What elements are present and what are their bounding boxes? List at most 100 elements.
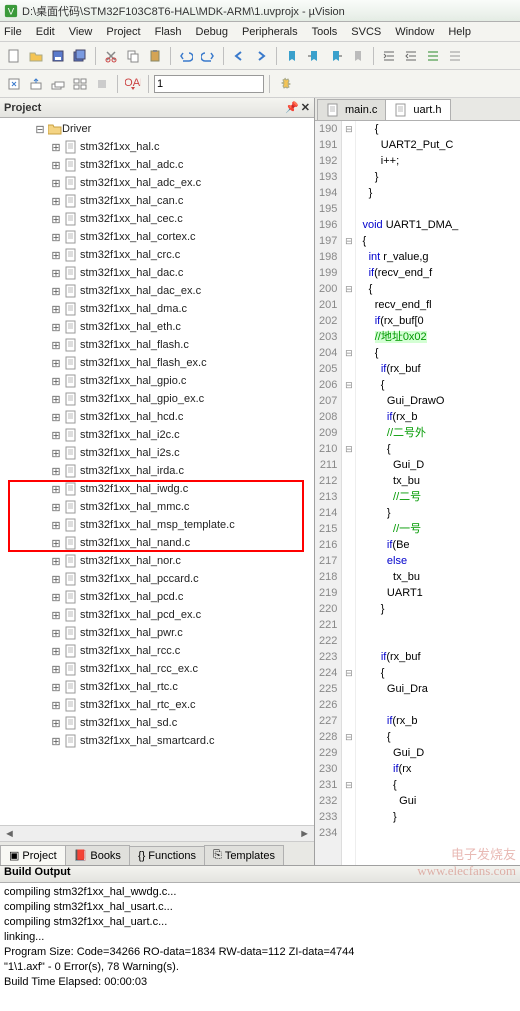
tree-file[interactable]: ⊞stm32f1xx_hal_msp_template.c: [0, 516, 314, 534]
copy-button[interactable]: [123, 46, 143, 66]
tree-file[interactable]: ⊞stm32f1xx_hal_nor.c: [0, 552, 314, 570]
tree-file[interactable]: ⊞stm32f1xx_hal_smartcard.c: [0, 732, 314, 750]
tree-file[interactable]: ⊞stm32f1xx_hal_dac.c: [0, 264, 314, 282]
tree-file[interactable]: ⊞stm32f1xx_hal_can.c: [0, 192, 314, 210]
tree-file[interactable]: ⊞stm32f1xx_hal_pcd.c: [0, 588, 314, 606]
bookmark-next-button[interactable]: [326, 46, 346, 66]
menu-tools[interactable]: Tools: [312, 26, 338, 38]
comment-button[interactable]: [423, 46, 443, 66]
tree-file[interactable]: ⊞stm32f1xx_hal_irda.c: [0, 462, 314, 480]
menu-peripherals[interactable]: Peripherals: [242, 26, 298, 38]
close-icon[interactable]: ✕: [301, 101, 310, 114]
tree-file[interactable]: ⊞stm32f1xx_hal_rtc.c: [0, 678, 314, 696]
build-output-title: Build Output: [4, 866, 71, 878]
tree-file[interactable]: ⊞stm32f1xx_hal_eth.c: [0, 318, 314, 336]
paste-button[interactable]: [145, 46, 165, 66]
undo-button[interactable]: [176, 46, 196, 66]
tree-file[interactable]: ⊞stm32f1xx_hal_i2s.c: [0, 444, 314, 462]
tree-file[interactable]: ⊞stm32f1xx_hal_dac_ex.c: [0, 282, 314, 300]
tree-file[interactable]: ⊞stm32f1xx_hal_i2c.c: [0, 426, 314, 444]
code-editor[interactable]: 1901911921931941951961971981992002012022…: [315, 120, 520, 865]
save-button[interactable]: [48, 46, 68, 66]
tree-file[interactable]: ⊞stm32f1xx_hal_rtc_ex.c: [0, 696, 314, 714]
translate-button[interactable]: [4, 74, 24, 94]
menu-file[interactable]: File: [4, 26, 22, 38]
tree-file[interactable]: ⊞stm32f1xx_hal.c: [0, 138, 314, 156]
tree-file[interactable]: ⊞stm32f1xx_hal_flash_ex.c: [0, 354, 314, 372]
panel-tab-templates[interactable]: ⎘Templates: [204, 845, 284, 865]
code-content[interactable]: { UART2_Put_C i++; } } void UART1_DMA_ {…: [356, 121, 520, 865]
menu-view[interactable]: View: [69, 26, 93, 38]
tree-file[interactable]: ⊞stm32f1xx_hal_pccard.c: [0, 570, 314, 588]
uncomment-button[interactable]: [445, 46, 465, 66]
tree-file[interactable]: ⊞stm32f1xx_hal_flash.c: [0, 336, 314, 354]
separator: [276, 47, 277, 65]
indent-button[interactable]: [379, 46, 399, 66]
tree-file[interactable]: ⊞stm32f1xx_hal_rcc.c: [0, 642, 314, 660]
nav-fwd-button[interactable]: [251, 46, 271, 66]
build-line: Build Time Elapsed: 00:00:03: [4, 975, 516, 990]
cut-button[interactable]: [101, 46, 121, 66]
menu-debug[interactable]: Debug: [196, 26, 228, 38]
tab-label: uart.h: [413, 104, 441, 116]
tree-file[interactable]: ⊞stm32f1xx_hal_adc.c: [0, 156, 314, 174]
menu-project[interactable]: Project: [106, 26, 140, 38]
tree-file[interactable]: ⊞stm32f1xx_hal_pwr.c: [0, 624, 314, 642]
tree-file[interactable]: ⊞stm32f1xx_hal_cortex.c: [0, 228, 314, 246]
svg-text:V: V: [8, 6, 15, 17]
panel-tab-books[interactable]: 📕Books: [65, 845, 130, 865]
menu-svcs[interactable]: SVCS: [351, 26, 381, 38]
menu-flash[interactable]: Flash: [155, 26, 182, 38]
tree-file[interactable]: ⊞stm32f1xx_hal_dma.c: [0, 300, 314, 318]
save-all-button[interactable]: [70, 46, 90, 66]
file-tab[interactable]: main.c: [317, 99, 386, 120]
tree-file[interactable]: ⊞stm32f1xx_hal_adc_ex.c: [0, 174, 314, 192]
options-button[interactable]: [275, 74, 295, 94]
menu-window[interactable]: Window: [395, 26, 434, 38]
bookmark-clear-button[interactable]: [348, 46, 368, 66]
rebuild-button[interactable]: [48, 74, 68, 94]
pin-icon[interactable]: 📌: [285, 101, 299, 114]
menu-edit[interactable]: Edit: [36, 26, 55, 38]
tree-file[interactable]: ⊞stm32f1xx_hal_hcd.c: [0, 408, 314, 426]
project-tree[interactable]: ⊟ Driver⊞stm32f1xx_hal.c⊞stm32f1xx_hal_a…: [0, 118, 314, 825]
redo-button[interactable]: [198, 46, 218, 66]
tree-file[interactable]: ⊞stm32f1xx_hal_crc.c: [0, 246, 314, 264]
tab-label: Functions: [148, 850, 196, 862]
panel-tab-functions[interactable]: {}Functions: [129, 846, 205, 865]
build-line: linking...: [4, 930, 516, 945]
tree-file[interactable]: ⊞stm32f1xx_hal_nand.c: [0, 534, 314, 552]
separator: [269, 75, 270, 93]
tree-file[interactable]: ⊞stm32f1xx_hal_rcc_ex.c: [0, 660, 314, 678]
bookmark-button[interactable]: [282, 46, 302, 66]
horizontal-scrollbar[interactable]: ◄ ►: [0, 825, 314, 841]
new-button[interactable]: [4, 46, 24, 66]
build-output[interactable]: compiling stm32f1xx_hal_wwdg.c...compili…: [0, 883, 520, 1011]
tree-file[interactable]: ⊞stm32f1xx_hal_sd.c: [0, 714, 314, 732]
bookmark-prev-button[interactable]: [304, 46, 324, 66]
file-tab[interactable]: uart.h: [385, 99, 450, 120]
tree-group-driver[interactable]: ⊟ Driver: [0, 120, 314, 138]
tree-file[interactable]: ⊞stm32f1xx_hal_mmc.c: [0, 498, 314, 516]
target-select[interactable]: 1: [154, 75, 264, 93]
open-button[interactable]: [26, 46, 46, 66]
build-button[interactable]: [26, 74, 46, 94]
project-panel: Project 📌 ✕ ⊟ Driver⊞stm32f1xx_hal.c⊞stm…: [0, 98, 315, 865]
tree-file[interactable]: ⊞stm32f1xx_hal_cec.c: [0, 210, 314, 228]
fold-gutter[interactable]: ⊟⊟⊟⊟⊟⊟⊟⊟⊟: [342, 121, 356, 865]
titlebar: V D:\桌面代码\STM32F103C8T6-HAL\MDK-ARM\1.uv…: [0, 0, 520, 22]
panel-tab-project[interactable]: ▣Project: [0, 845, 66, 865]
stop-build-button[interactable]: [92, 74, 112, 94]
nav-back-button[interactable]: [229, 46, 249, 66]
menu-help[interactable]: Help: [448, 26, 471, 38]
tree-file[interactable]: ⊞stm32f1xx_hal_iwdg.c: [0, 480, 314, 498]
tree-file[interactable]: ⊞stm32f1xx_hal_gpio_ex.c: [0, 390, 314, 408]
line-gutter: 1901911921931941951961971981992002012022…: [315, 121, 342, 865]
tree-file[interactable]: ⊞stm32f1xx_hal_pcd_ex.c: [0, 606, 314, 624]
batch-build-button[interactable]: [70, 74, 90, 94]
tab-label: Templates: [225, 850, 275, 862]
download-button[interactable]: LOAD: [123, 74, 143, 94]
outdent-button[interactable]: [401, 46, 421, 66]
app-icon: V: [4, 4, 18, 18]
tree-file[interactable]: ⊞stm32f1xx_hal_gpio.c: [0, 372, 314, 390]
